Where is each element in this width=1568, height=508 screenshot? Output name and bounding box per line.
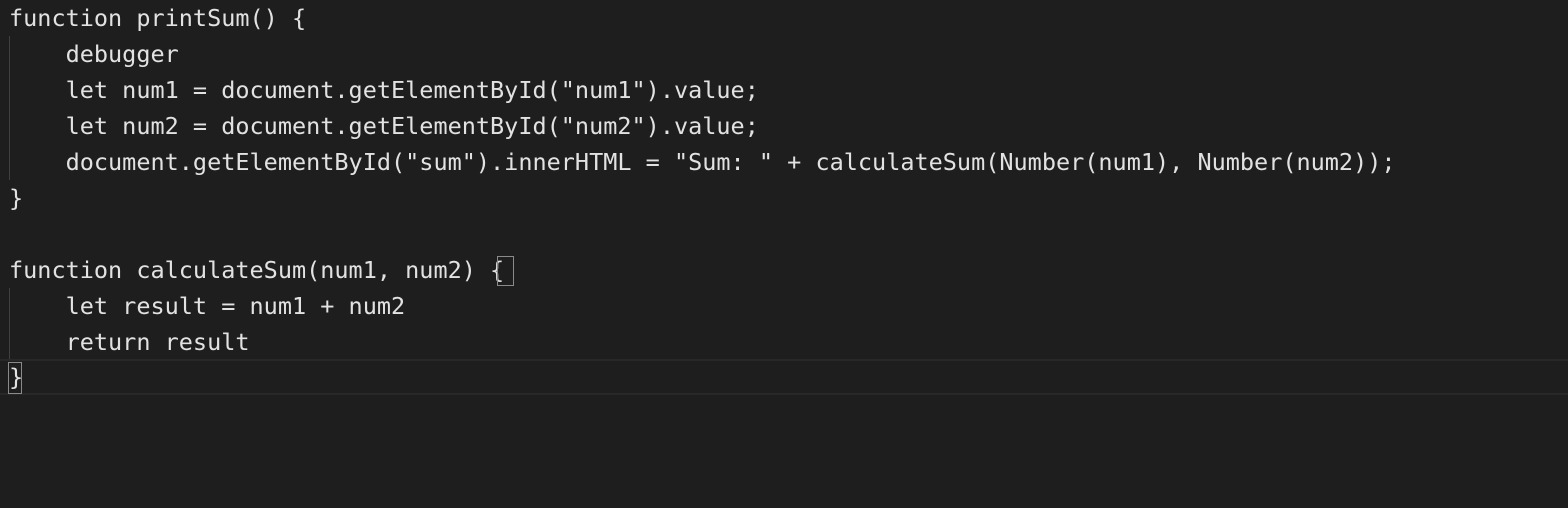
code-line-text: let result = num1 + num2 — [9, 292, 406, 320]
code-line-text: function printSum() { — [9, 4, 307, 32]
code-line-4[interactable]: let num2 = document.getElementById("num2… — [0, 108, 1568, 144]
code-line-text: document.getElementById("sum").innerHTML… — [9, 148, 1396, 176]
code-editor[interactable]: function printSum() { debugger let num1 … — [0, 0, 1568, 508]
code-line-text: let num1 = document.getElementById("num1… — [9, 76, 759, 104]
code-line-text: return result — [9, 328, 250, 356]
code-line-text: debugger — [9, 40, 179, 68]
code-line-8[interactable]: function calculateSum(num1, num2) { — [0, 252, 1568, 288]
code-line-1[interactable]: function printSum() { — [0, 0, 1568, 36]
code-line-11-current[interactable]: } — [0, 359, 1568, 395]
code-line-text: } — [9, 184, 24, 212]
code-line-9[interactable]: let result = num1 + num2 — [0, 288, 1568, 324]
bracket-match-open — [497, 256, 514, 286]
code-line-6[interactable]: } — [0, 180, 1568, 216]
code-line-10[interactable]: return result — [0, 324, 1568, 360]
code-line-3[interactable]: let num1 = document.getElementById("num1… — [0, 72, 1568, 108]
code-line-2[interactable]: debugger — [0, 36, 1568, 72]
bracket-match-close — [8, 362, 22, 394]
code-line-text: let num2 = document.getElementById("num2… — [9, 112, 759, 140]
code-line-5[interactable]: document.getElementById("sum").innerHTML… — [0, 144, 1568, 180]
code-line-7[interactable] — [0, 216, 1568, 252]
code-line-text: function calculateSum(num1, num2) { — [9, 256, 505, 284]
